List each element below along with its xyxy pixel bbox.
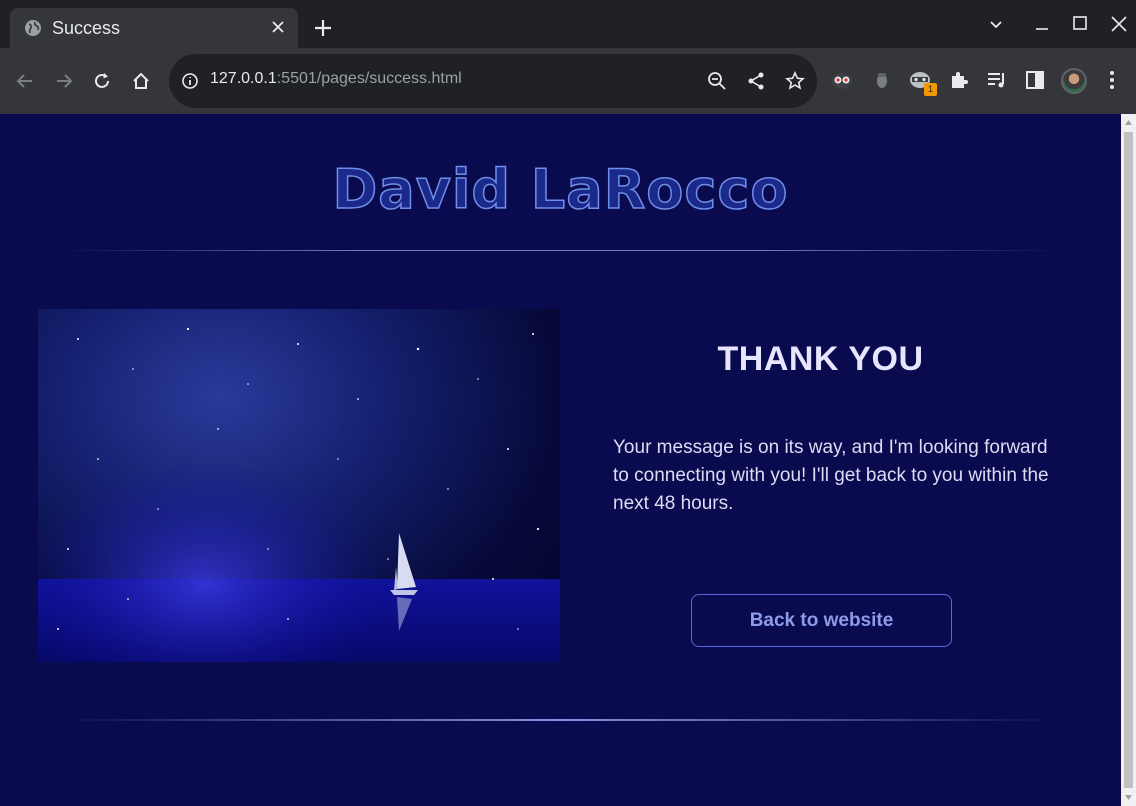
browser-titlebar: Success [0, 0, 1136, 48]
header-divider [60, 250, 1060, 251]
extension-acorn-icon[interactable] [870, 68, 894, 92]
url-path: :5501/pages/success.html [276, 70, 462, 87]
home-icon[interactable] [130, 70, 152, 92]
reading-list-icon[interactable] [985, 68, 1009, 92]
scrollbar-thumb[interactable] [1124, 132, 1133, 788]
share-icon[interactable] [746, 71, 766, 91]
globe-icon [25, 20, 41, 36]
tab-title: Success [52, 18, 121, 38]
minimize-icon[interactable] [1032, 14, 1052, 34]
site-info-icon[interactable] [181, 72, 199, 90]
back-arrow-icon[interactable] [14, 70, 36, 92]
site-title: David LaRocco [332, 157, 789, 222]
profile-avatar[interactable] [1061, 68, 1087, 94]
browser-tab[interactable]: Success [10, 8, 298, 48]
confirmation-message: Your message is on its way, and I'm look… [613, 437, 1049, 514]
back-to-website-button[interactable]: Back to website [691, 594, 952, 647]
extension-badge: 1 [924, 83, 937, 96]
zoom-out-icon[interactable] [707, 71, 727, 91]
bookmark-star-icon[interactable] [785, 71, 805, 91]
scroll-down-arrow-icon[interactable] [1124, 793, 1133, 802]
menu-dots-icon[interactable] [1100, 68, 1124, 92]
tab-search-chevron-icon[interactable] [986, 14, 1006, 34]
forward-arrow-icon[interactable] [53, 70, 75, 92]
side-panel-icon[interactable] [1023, 68, 1047, 92]
close-tab-icon[interactable] [270, 19, 286, 35]
close-window-icon[interactable] [1109, 14, 1129, 34]
page-scrollbar[interactable] [1121, 114, 1136, 806]
url-text[interactable]: 127.0.0.1:5501/pages/success.html [210, 70, 462, 88]
extensions-puzzle-icon[interactable] [947, 68, 971, 92]
night-sea-sailboat-image [38, 309, 560, 662]
reload-icon[interactable] [91, 70, 113, 92]
thank-you-heading: THANK YOU [717, 340, 924, 378]
page-viewport: David LaRocco THANK YOU Your message is … [0, 114, 1121, 806]
scroll-up-arrow-icon[interactable] [1124, 118, 1133, 127]
browser-toolbar: 127.0.0.1:5501/pages/success.html 1 [0, 48, 1136, 114]
address-bar[interactable]: 127.0.0.1:5501/pages/success.html [169, 54, 817, 108]
footer-divider [60, 719, 1060, 721]
maximize-icon[interactable] [1070, 14, 1090, 34]
extension-owl-icon[interactable] [830, 68, 854, 92]
new-tab-icon[interactable] [313, 18, 333, 38]
url-host: 127.0.0.1 [210, 70, 277, 87]
